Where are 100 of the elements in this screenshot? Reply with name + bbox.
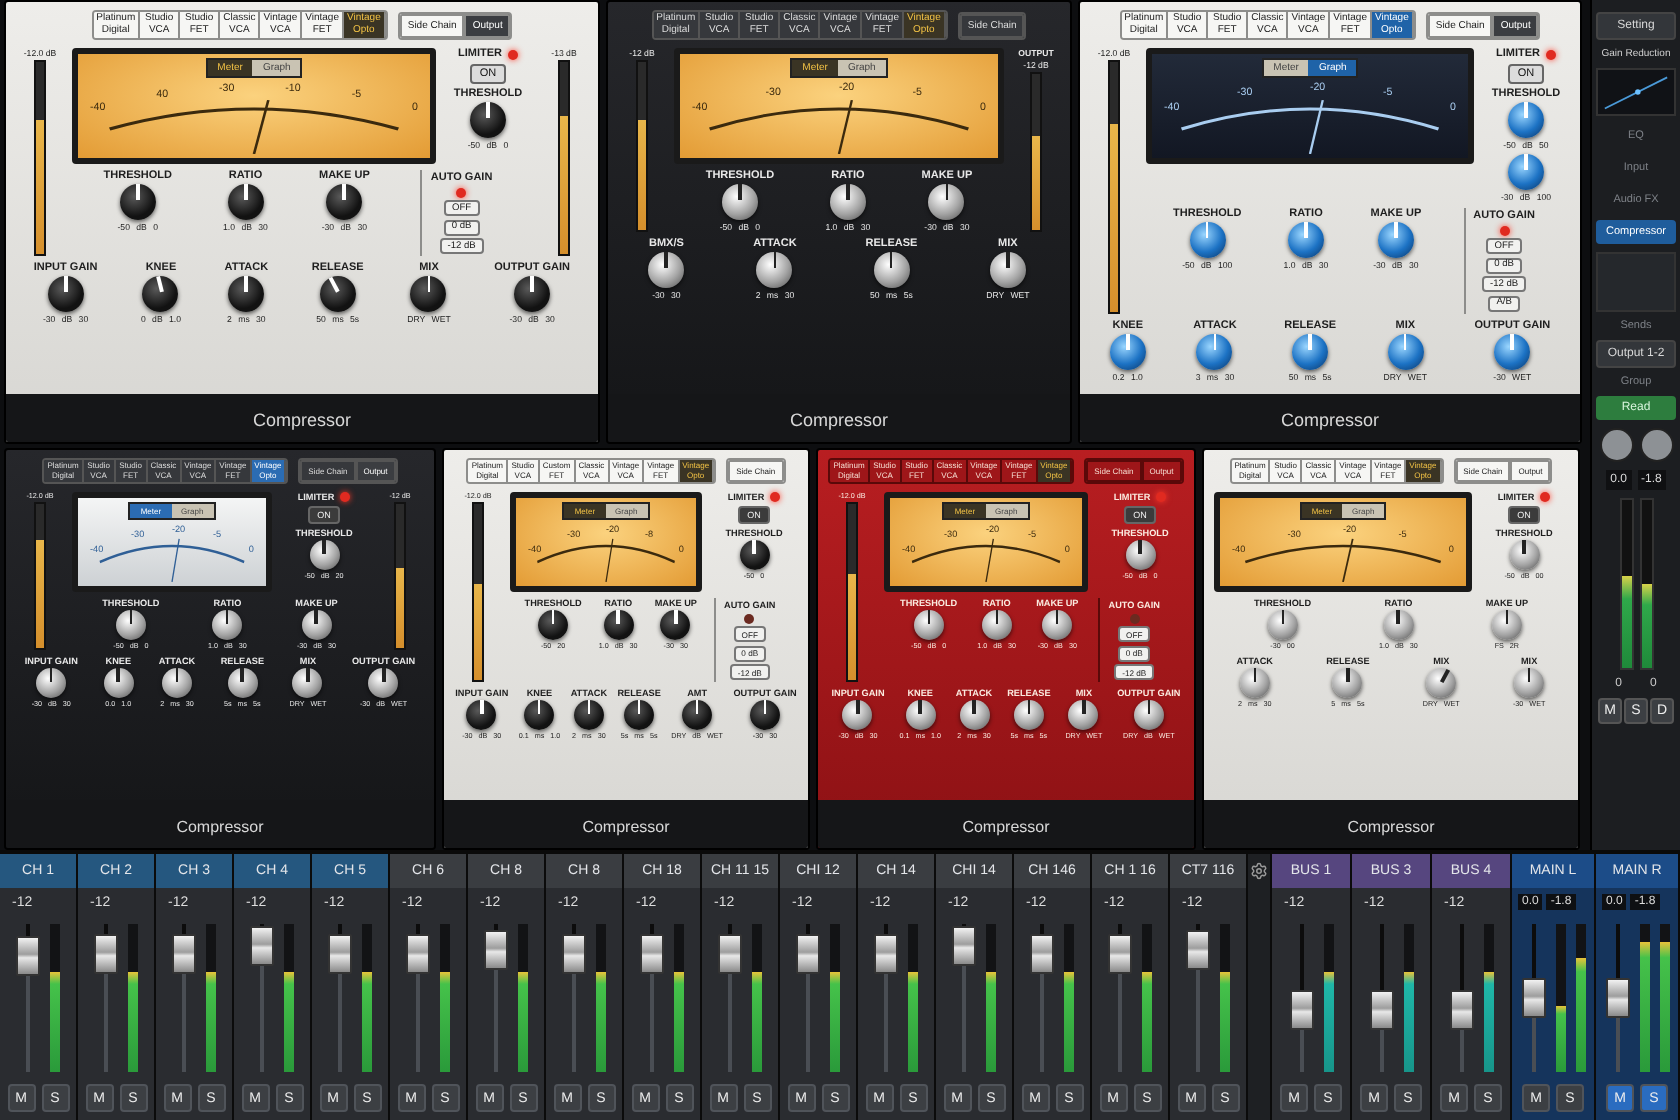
knob[interactable] (524, 700, 555, 730)
knob[interactable] (103, 668, 134, 698)
knob[interactable] (368, 668, 399, 698)
knob[interactable] (873, 252, 910, 288)
knob[interactable] (319, 276, 356, 312)
knob[interactable] (1125, 540, 1155, 570)
knob[interactable] (1383, 610, 1414, 640)
knob[interactable] (1494, 333, 1531, 369)
knob[interactable] (1196, 333, 1233, 369)
fader-handle[interactable] (1030, 933, 1054, 974)
fader-handle[interactable] (796, 933, 820, 974)
knob[interactable] (410, 276, 447, 312)
knob[interactable] (1332, 668, 1363, 698)
knob[interactable] (309, 540, 339, 570)
fader-handle[interactable] (1521, 978, 1545, 1018)
fader-handle[interactable] (1108, 933, 1132, 974)
knob[interactable] (1042, 610, 1073, 640)
knob[interactable] (228, 276, 265, 312)
knob[interactable] (981, 610, 1012, 640)
knob[interactable] (682, 700, 713, 730)
knob[interactable] (1426, 668, 1457, 698)
panel-title: Compressor (252, 410, 351, 430)
knob[interactable] (928, 184, 965, 220)
knob[interactable] (1491, 610, 1522, 640)
fader-handle[interactable] (406, 933, 430, 974)
vu-needle (985, 538, 995, 582)
knob[interactable] (905, 700, 936, 730)
knob[interactable] (538, 610, 569, 640)
fader-handle[interactable] (94, 933, 118, 974)
knob[interactable] (750, 700, 781, 730)
knob[interactable] (1109, 333, 1146, 369)
knob[interactable] (959, 700, 990, 730)
fader-handle[interactable] (172, 933, 196, 974)
fader-handle[interactable] (1369, 989, 1393, 1030)
knob[interactable] (842, 700, 873, 730)
knob[interactable] (1292, 333, 1329, 369)
knob[interactable] (36, 668, 67, 698)
knob[interactable] (115, 610, 146, 640)
knob[interactable] (466, 700, 497, 730)
knob[interactable] (1377, 222, 1414, 258)
knob[interactable] (913, 610, 944, 640)
knob[interactable] (119, 184, 156, 220)
fader-handle[interactable] (874, 933, 898, 974)
knob[interactable] (161, 668, 192, 698)
knob[interactable] (1509, 540, 1539, 570)
knob[interactable] (721, 184, 758, 220)
fader-handle[interactable] (718, 933, 742, 974)
fader-handle[interactable] (952, 926, 976, 967)
fader-handle[interactable] (1186, 930, 1210, 971)
knob[interactable] (1514, 668, 1545, 698)
knob[interactable] (573, 700, 604, 730)
panel-title: Compressor (789, 410, 888, 430)
knob[interactable] (1267, 610, 1298, 640)
knob[interactable] (1387, 333, 1424, 369)
knob[interactable] (989, 252, 1026, 288)
fader-handle[interactable] (640, 933, 664, 974)
knob[interactable] (603, 610, 634, 640)
vu-needle (1342, 538, 1354, 582)
panel-title: Compressor (582, 818, 670, 836)
knob[interactable] (1507, 102, 1544, 138)
panel-title: Compressor (1347, 818, 1435, 836)
knob[interactable] (292, 668, 323, 698)
knob[interactable] (514, 276, 551, 312)
knob[interactable] (227, 668, 258, 698)
knob[interactable] (648, 252, 685, 288)
knob[interactable] (660, 610, 691, 640)
fader-handle[interactable] (328, 933, 352, 974)
fader-handle[interactable] (1289, 989, 1313, 1030)
fader-handle[interactable] (1605, 978, 1629, 1018)
settings-icon[interactable] (1250, 862, 1268, 880)
knob[interactable] (142, 276, 179, 312)
knob[interactable] (1288, 222, 1324, 258)
knob[interactable] (739, 540, 769, 570)
knob[interactable] (469, 102, 506, 138)
fader-handle[interactable] (562, 933, 586, 974)
knob[interactable] (326, 184, 363, 220)
fader-handle[interactable] (1449, 989, 1473, 1030)
knob[interactable] (624, 700, 655, 730)
panel-title: Compressor (1280, 410, 1379, 430)
vu-needle (252, 99, 270, 154)
knob[interactable] (1239, 668, 1270, 698)
pan-knob[interactable] (1599, 428, 1633, 462)
knob[interactable] (1133, 700, 1164, 730)
fader-handle[interactable] (16, 936, 40, 977)
panel-title: Compressor (962, 818, 1050, 836)
knob[interactable] (212, 610, 243, 640)
vu-needle (1308, 99, 1324, 154)
knob[interactable] (1068, 700, 1099, 730)
knob[interactable] (1013, 700, 1044, 730)
knob[interactable] (301, 610, 332, 640)
knob[interactable] (47, 276, 84, 312)
pan-knob[interactable] (1639, 428, 1673, 462)
knob[interactable] (756, 252, 793, 288)
fader-handle[interactable] (484, 930, 508, 971)
knob[interactable] (829, 184, 866, 220)
knob[interactable] (1189, 222, 1226, 258)
knob[interactable] (227, 184, 264, 220)
panel-title: Compressor (176, 818, 264, 836)
fader-handle[interactable] (250, 926, 274, 967)
knob[interactable] (1508, 154, 1544, 190)
